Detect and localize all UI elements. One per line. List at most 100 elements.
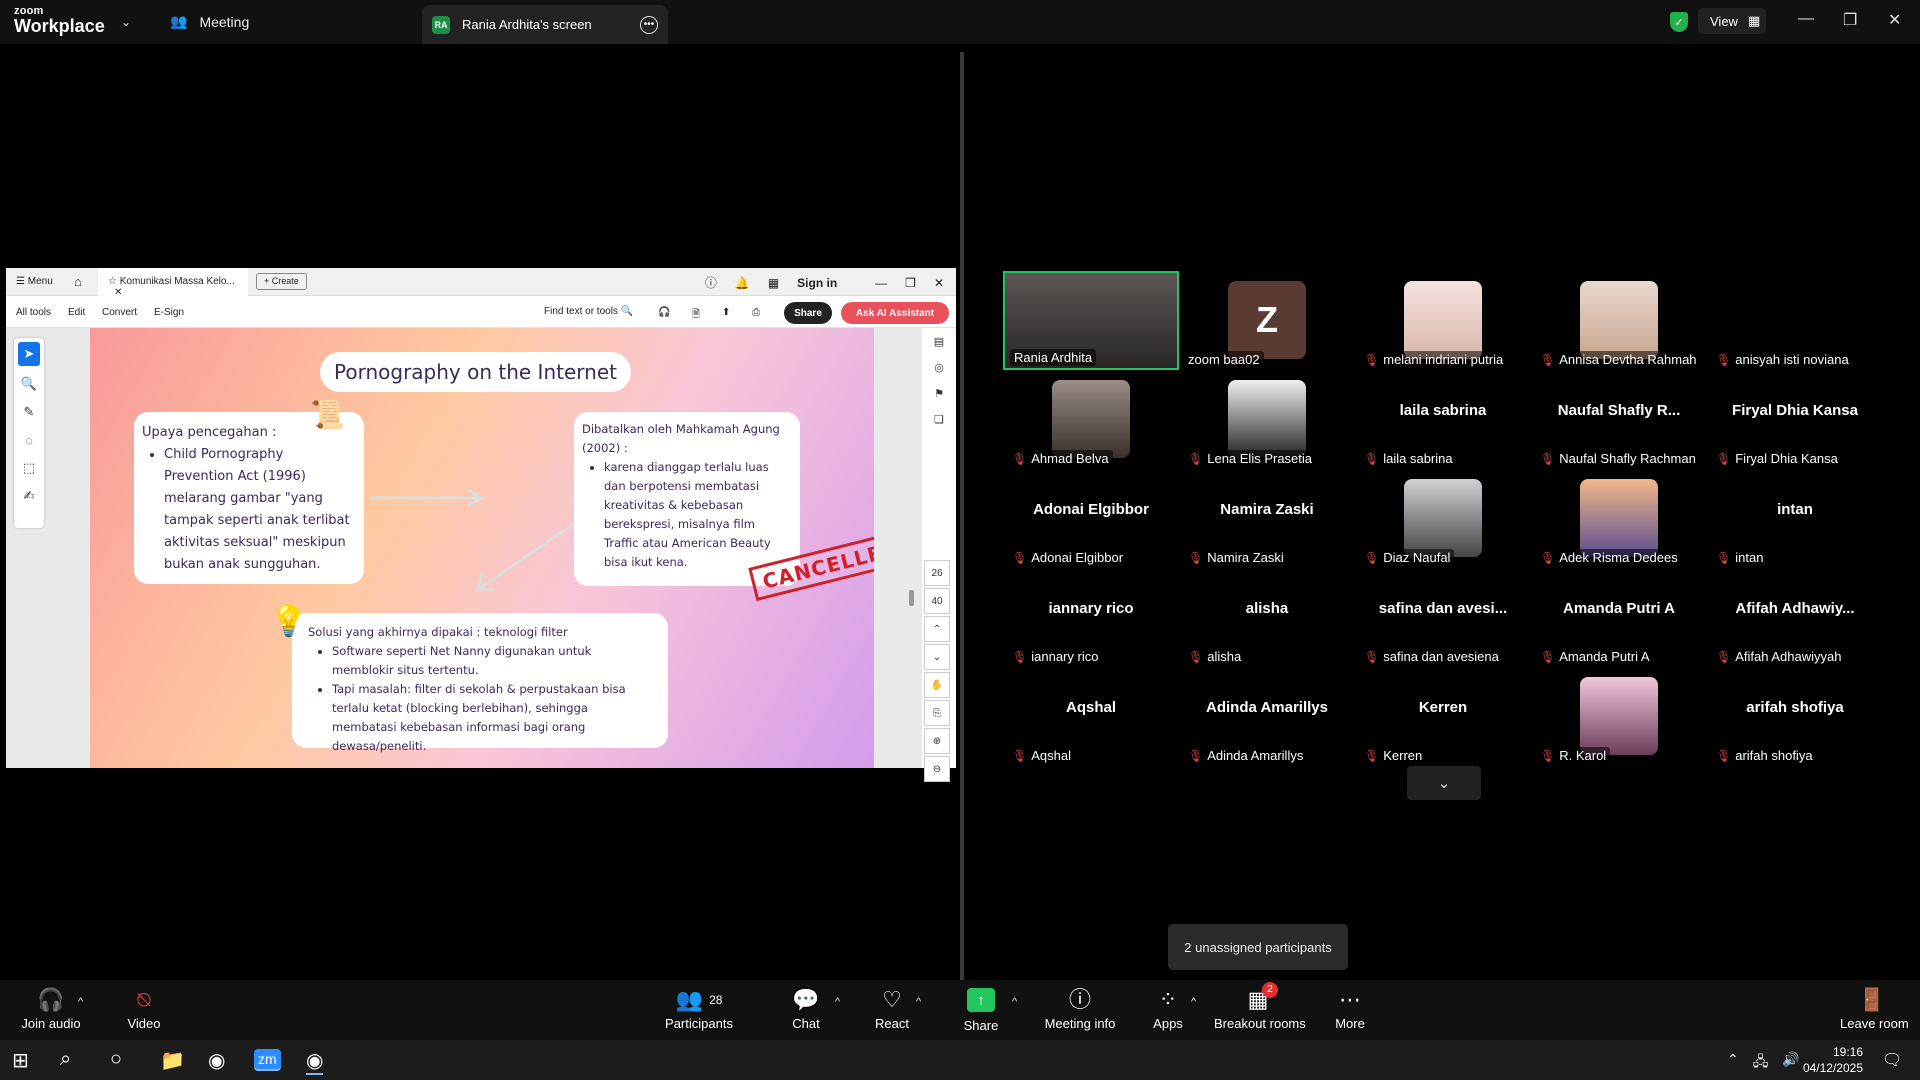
security-shield-icon[interactable]: ✓ <box>1670 12 1688 32</box>
participant-tile[interactable]: Zzoom baa02 <box>1179 271 1355 370</box>
print-icon[interactable]: ⎙ <box>752 307 760 318</box>
gallery-next-page-button[interactable]: ⌄ <box>1407 766 1481 800</box>
audio-options-caret[interactable]: ^ <box>78 996 83 1008</box>
scrollbar[interactable] <box>909 590 914 606</box>
meeting-tab[interactable]: 👥 Meeting <box>170 13 249 30</box>
zoom-tool-icon[interactable]: 🔍 <box>14 370 44 398</box>
minimize-icon[interactable]: — <box>1798 10 1814 28</box>
participant-tile[interactable]: 🎙 Ahmad Belva <box>1003 370 1179 469</box>
participant-tile[interactable]: 🎙 melani indriani putria <box>1355 271 1531 370</box>
react-button[interactable]: ♡ React <box>872 986 912 1031</box>
split-divider[interactable] <box>960 52 964 980</box>
restore-icon[interactable]: ❐ <box>905 276 916 290</box>
participant-tile[interactable]: Rania Ardhita <box>1003 271 1179 370</box>
apps-options-caret[interactable]: ^ <box>1191 996 1196 1008</box>
zoom-app-icon[interactable]: zm <box>254 1049 281 1071</box>
bell-icon[interactable]: 🔔 <box>735 276 750 290</box>
close-icon[interactable]: ✕ <box>1888 10 1901 30</box>
chrome-icon[interactable]: ◉ <box>208 1048 225 1073</box>
windows-start-icon[interactable]: ⊞ <box>12 1048 29 1073</box>
participant-tile[interactable]: Firyal Dhia Kansa 🎙 Firyal Dhia Kansa <box>1707 370 1883 469</box>
pages-icon[interactable]: ❏ <box>922 406 956 432</box>
close-icon[interactable]: ✕ <box>934 276 944 290</box>
participant-tile[interactable]: Afifah Adhawiy... 🎙 Afifah Adhawiyyah <box>1707 568 1883 667</box>
comment-icon[interactable]: ▤ <box>922 328 956 354</box>
minimize-icon[interactable]: — <box>875 276 887 290</box>
current-page[interactable]: 26 <box>924 560 950 586</box>
network-icon[interactable]: 🖧 <box>1753 1051 1769 1075</box>
page-up-icon[interactable]: ⌃ <box>924 616 950 642</box>
react-options-caret[interactable]: ^ <box>916 996 921 1008</box>
acrobat-share-button[interactable]: Share <box>784 302 832 324</box>
participant-tile[interactable]: Naufal Shafly R... 🎙 Naufal Shafly Rachman <box>1531 370 1707 469</box>
participant-tile[interactable]: Namira Zaski 🎙 Namira Zaski <box>1179 469 1355 568</box>
page-down-icon[interactable]: ⌄ <box>924 644 950 670</box>
zoom-out-icon[interactable]: ⊖ <box>924 756 950 782</box>
file-explorer-icon[interactable]: 📁 <box>160 1048 185 1073</box>
shared-screen[interactable]: ☰ Menu ⌂ ☆ Komunikasi Massa Kelo... ✕ + … <box>6 268 956 782</box>
chat-options-caret[interactable]: ^ <box>835 996 840 1008</box>
tool-convert[interactable]: Convert <box>102 307 137 318</box>
participant-tile[interactable]: Aqshal 🎙 Aqshal <box>1003 667 1179 766</box>
extract-icon[interactable]: ⎘ <box>924 700 950 726</box>
share-options-caret[interactable]: ^ <box>1012 996 1017 1008</box>
headphones-icon[interactable]: 🎧 <box>658 307 670 318</box>
apps-grid-icon[interactable]: ▦ <box>768 276 779 290</box>
participant-tile[interactable]: laila sabrina 🎙 laila sabrina <box>1355 370 1531 469</box>
meeting-info-button[interactable]: ⓘ Meeting info <box>1043 986 1117 1031</box>
save-icon[interactable]: 🗎 <box>692 307 700 324</box>
home-icon[interactable]: ⌂ <box>74 274 82 289</box>
tool-edit[interactable]: Edit <box>68 307 85 318</box>
tray-chevron-icon[interactable]: ⌃ <box>1727 1051 1739 1075</box>
volume-icon[interactable]: 🔊 <box>1782 1051 1799 1075</box>
participant-tile[interactable]: alisha 🎙 alisha <box>1179 568 1355 667</box>
task-view-icon[interactable]: ○ <box>110 1048 122 1071</box>
chat-button[interactable]: 💬 Chat <box>788 986 824 1031</box>
chevron-down-icon[interactable]: ⌄ <box>121 15 131 29</box>
participant-tile[interactable]: iannary rico 🎙 iannary rico <box>1003 568 1179 667</box>
select-cursor-icon[interactable]: ➤ <box>18 342 40 366</box>
lasso-icon[interactable]: ◌ <box>14 426 44 454</box>
upload-icon[interactable]: ⬆ <box>722 307 730 318</box>
participants-button[interactable]: 👥 28 Participants <box>664 986 734 1031</box>
participant-tile[interactable]: 🎙 Adek Risma Dedees <box>1531 469 1707 568</box>
chrome-alt-icon[interactable]: ◉ <box>306 1048 324 1075</box>
participant-tile[interactable]: intan 🎙 intan <box>1707 469 1883 568</box>
sign-icon[interactable]: ✍ <box>14 482 44 510</box>
join-audio-button[interactable]: 🎧 Join audio <box>18 986 84 1031</box>
participant-tile[interactable]: arifah shofiya 🎙 arifah shofiya <box>1707 667 1883 766</box>
participant-tile[interactable]: Adonai Elgibbor 🎙 Adonai Elgibbor <box>1003 469 1179 568</box>
participant-tile[interactable]: safina dan avesi... 🎙 safina dan avesiena <box>1355 568 1531 667</box>
search-icon[interactable]: ⌕ <box>60 1048 71 1071</box>
apps-button[interactable]: ⁘ Apps <box>1152 986 1184 1031</box>
breakout-rooms-button[interactable]: ▦ 2 Breakout rooms <box>1214 982 1306 1031</box>
sign-in-link[interactable]: Sign in <box>797 276 837 290</box>
participant-tile[interactable]: 🎙 Lena Elis Prasetia <box>1179 370 1355 469</box>
ai-icon[interactable]: ◎ <box>922 354 956 380</box>
more-button[interactable]: ⋯ More <box>1334 986 1366 1031</box>
find-tools-field[interactable]: Find text or tools 🔍 <box>544 306 633 317</box>
participant-tile[interactable]: Adinda Amarillys 🎙 Adinda Amarillys <box>1179 667 1355 766</box>
share-screen-button[interactable]: ↑ Share <box>961 986 1001 1033</box>
hand-icon[interactable]: ✋ <box>924 672 950 698</box>
zoom-in-icon[interactable]: ⊕ <box>924 728 950 754</box>
ai-assistant-button[interactable]: Ask AI Assistant <box>841 302 949 324</box>
participant-tile[interactable]: 🎙 Annisa Devtha Rahmah <box>1531 271 1707 370</box>
notification-icon[interactable]: 🗨 <box>1882 1050 1902 1070</box>
participant-tile[interactable]: 🎙 R. Karol <box>1531 667 1707 766</box>
acrobat-menu[interactable]: ☰ Menu <box>16 276 53 287</box>
participant-tile[interactable]: Amanda Putri A 🎙 Amanda Putri A <box>1531 568 1707 667</box>
tool-esign[interactable]: E-Sign <box>154 307 184 318</box>
help-icon[interactable]: ⓘ <box>705 274 717 291</box>
view-button[interactable]: View ▦ <box>1698 8 1766 34</box>
leave-room-button[interactable]: 🚪 Leave room <box>1840 986 1909 1031</box>
more-options-icon[interactable]: ••• <box>640 15 658 34</box>
pen-icon[interactable]: ✎ <box>14 398 44 426</box>
taskbar-clock[interactable]: 19:16 04/12/2025 <box>1803 1044 1863 1076</box>
participant-tile[interactable]: 🎙 Diaz Naufal <box>1355 469 1531 568</box>
document-tab[interactable]: ☆ Komunikasi Massa Kelo... ✕ <box>98 268 248 298</box>
tool-all-tools[interactable]: All tools <box>16 307 51 318</box>
participant-tile[interactable]: 🎙 anisyah isti noviana <box>1707 271 1883 370</box>
restore-icon[interactable]: ❐ <box>1843 10 1857 30</box>
screen-share-tab[interactable]: RA Rania Ardhita's screen ••• <box>422 5 668 44</box>
